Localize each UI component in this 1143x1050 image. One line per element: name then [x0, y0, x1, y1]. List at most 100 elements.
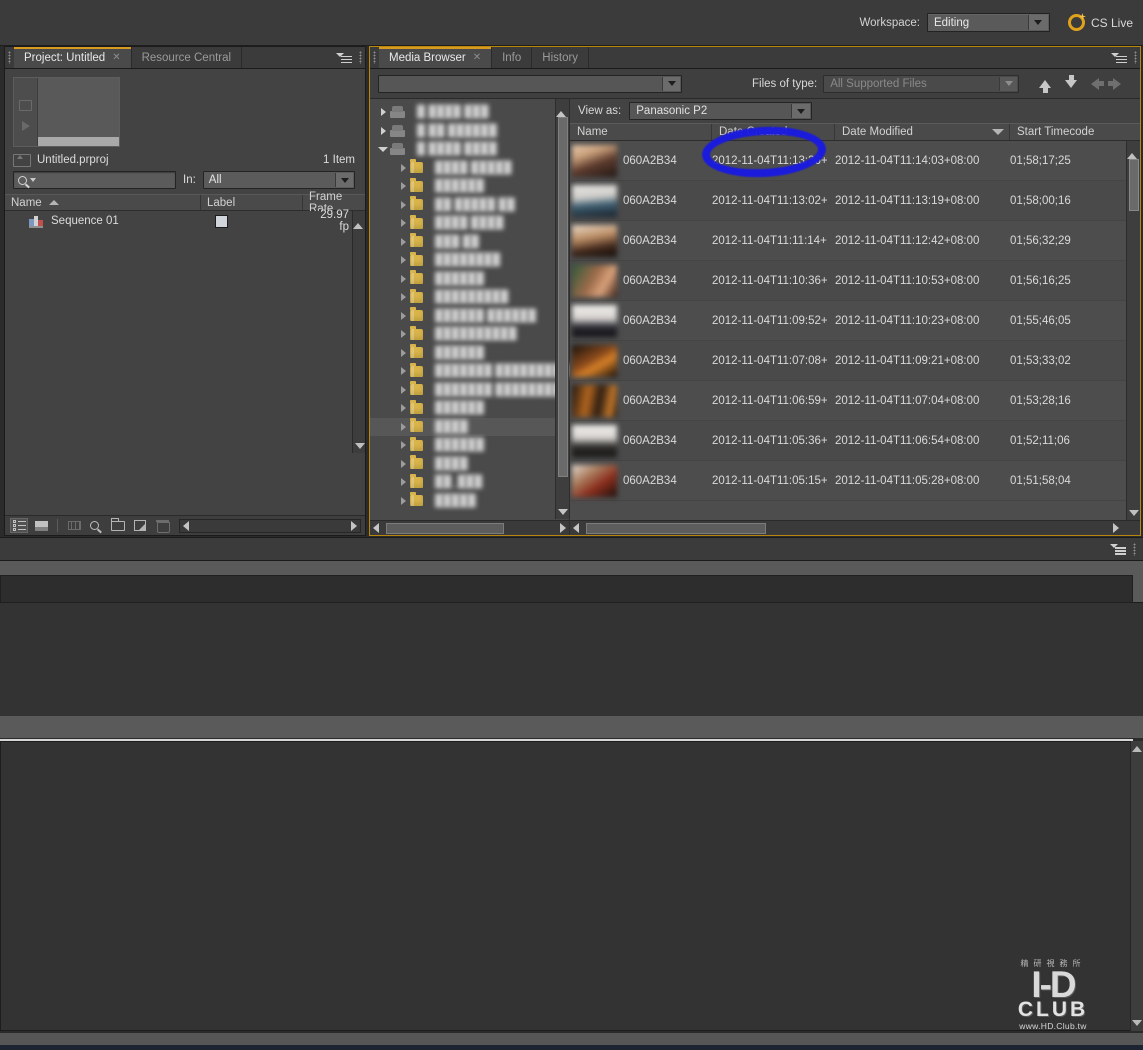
tree-node[interactable]: ██████: [370, 399, 569, 418]
tree-node[interactable]: ████ ████: [370, 214, 569, 233]
tree-node[interactable]: █ ████ ████: [370, 140, 569, 159]
chevron-right-icon[interactable]: [396, 459, 410, 468]
tree-node[interactable]: █████: [370, 492, 569, 511]
media-browser-menu-button[interactable]: [1109, 47, 1131, 68]
scroll-right-icon[interactable]: [560, 523, 566, 533]
project-panel-menu-button[interactable]: [334, 47, 356, 68]
tree-node[interactable]: █ ██ ██████: [370, 122, 569, 141]
scrollbar-thumb[interactable]: [586, 522, 766, 534]
scroll-down-icon[interactable]: [558, 509, 568, 515]
scroll-left-icon[interactable]: [573, 523, 579, 533]
chevron-down-icon[interactable]: [999, 76, 1018, 91]
chevron-right-icon[interactable]: [396, 478, 410, 487]
scroll-up-icon[interactable]: [556, 99, 566, 117]
chevron-right-icon[interactable]: [396, 422, 410, 431]
folder-tree[interactable]: █ ████ ███ █ ██ ██████ █ ████ ████ ████ ███…: [370, 99, 570, 535]
tree-vertical-scrollbar[interactable]: [555, 99, 569, 519]
tree-node[interactable]: ██_███: [370, 473, 569, 492]
chevron-down-icon[interactable]: [376, 146, 390, 152]
column-header-frame-rate[interactable]: Frame Rate: [303, 191, 365, 215]
path-select[interactable]: [378, 74, 682, 93]
scrollbar-thumb[interactable]: [386, 522, 504, 534]
new-item-button[interactable]: [131, 518, 149, 533]
forward-icon[interactable]: [1108, 77, 1122, 90]
project-search-input[interactable]: [13, 171, 176, 189]
close-icon[interactable]: ✕: [112, 52, 120, 63]
chevron-right-icon[interactable]: [396, 182, 410, 191]
timeline-vertical-scrollbar[interactable]: [1130, 741, 1143, 1031]
tab-resource-central[interactable]: Resource Central: [131, 47, 243, 68]
tree-node[interactable]: ██████: [370, 177, 569, 196]
tree-node[interactable]: ██████████: [370, 325, 569, 344]
move-up-icon[interactable]: [1039, 79, 1052, 93]
project-vertical-scrollbar[interactable]: [352, 211, 365, 453]
chevron-right-icon[interactable]: [396, 496, 410, 505]
scroll-right-icon[interactable]: [351, 520, 357, 531]
tab-history[interactable]: History: [532, 47, 590, 68]
tree-node[interactable]: ████: [370, 455, 569, 474]
new-bin-button[interactable]: [109, 517, 127, 533]
chevron-right-icon[interactable]: [396, 237, 410, 246]
table-row[interactable]: 060A2B34 2012-11-04T11:10:36+ 2012-11-04T1…: [570, 261, 1140, 301]
table-row[interactable]: 060A2B34 2012-11-04T11:05:36+ 2012-11-04T1…: [570, 421, 1140, 461]
tree-node[interactable]: ███ ██: [370, 233, 569, 252]
in-filter-select[interactable]: All: [202, 171, 355, 189]
chevron-right-icon[interactable]: [396, 441, 410, 450]
parent-folder-icon[interactable]: [13, 153, 31, 167]
chevron-right-icon[interactable]: [396, 163, 410, 172]
chevron-right-icon[interactable]: [396, 385, 410, 394]
chevron-right-icon[interactable]: [396, 348, 410, 357]
media-horizontal-scrollbar[interactable]: [570, 520, 1140, 535]
scroll-up-icon[interactable]: [1132, 746, 1142, 752]
icon-view-button[interactable]: [32, 518, 50, 533]
table-row[interactable]: 060A2B34 2012-11-04T11:11:14+ 2012-11-04T1…: [570, 221, 1140, 261]
column-header-name[interactable]: Name: [5, 195, 201, 210]
timeline-ruler-band[interactable]: [0, 716, 1143, 738]
find-button[interactable]: [87, 518, 105, 533]
timeline-upper-area[interactable]: [0, 603, 1143, 733]
panel-gripper-icon[interactable]: [370, 47, 379, 68]
move-down-icon[interactable]: [1065, 74, 1078, 88]
tree-node[interactable]: ██████: [370, 270, 569, 289]
scroll-down-icon[interactable]: [1132, 1020, 1142, 1026]
scroll-up-icon[interactable]: [1127, 141, 1137, 159]
column-header-label[interactable]: Label: [201, 195, 303, 210]
chevron-right-icon[interactable]: [396, 200, 410, 209]
workspace-select[interactable]: Editing: [926, 13, 1050, 32]
table-row[interactable]: 060A2B34 2012-11-04T11:05:15+ 2012-11-04T1…: [570, 461, 1140, 501]
files-of-type-select[interactable]: All Supported Files: [823, 74, 1020, 93]
tree-node[interactable]: █ ████ ███: [370, 103, 569, 122]
media-rows-container[interactable]: 060A2B34 2012-11-04T11:13:36+ 2012-11-04T1…: [570, 141, 1140, 520]
panel-gripper-icon[interactable]: [5, 47, 14, 68]
play-icon[interactable]: [21, 121, 30, 131]
chevron-down-icon[interactable]: [30, 178, 36, 182]
tree-horizontal-scrollbar[interactable]: [370, 520, 569, 535]
table-row[interactable]: 060A2B34 2012-11-04T11:07:08+ 2012-11-04T1…: [570, 341, 1140, 381]
chevron-down-icon[interactable]: [1027, 15, 1048, 30]
tab-info[interactable]: Info: [492, 47, 533, 68]
tree-node[interactable]: ██ █████ ██: [370, 196, 569, 215]
chevron-right-icon[interactable]: [396, 274, 410, 283]
project-horizontal-scrollbar[interactable]: [179, 518, 616, 533]
timeline-tracks-area[interactable]: [0, 741, 1143, 1031]
panel-drag-handle-icon[interactable]: [1131, 47, 1140, 68]
tree-node[interactable]: ██████: [370, 436, 569, 455]
lower-panel-menu-button[interactable]: [1108, 544, 1130, 555]
column-header-start-timecode[interactable]: Start Timecode: [1010, 124, 1140, 140]
scroll-down-icon[interactable]: [355, 443, 365, 449]
column-header-date-created[interactable]: Date Created: [712, 124, 835, 140]
media-vertical-scrollbar[interactable]: [1126, 141, 1140, 520]
tree-node[interactable]: ██████: [370, 344, 569, 363]
column-header-name[interactable]: Name: [570, 124, 712, 140]
column-header-date-modified[interactable]: Date Modified: [835, 124, 1010, 140]
label-color-swatch[interactable]: [215, 214, 228, 228]
table-row[interactable]: 060A2B34 2012-11-04T11:13:02+ 2012-11-04T1…: [570, 181, 1140, 221]
view-as-select[interactable]: Panasonic P2: [629, 102, 813, 120]
cs-live-button[interactable]: CS Live: [1067, 14, 1133, 31]
tree-node[interactable]: ████ █████: [370, 159, 569, 178]
chevron-down-icon[interactable]: [791, 104, 811, 118]
automate-to-sequence-button[interactable]: [65, 518, 83, 533]
scroll-left-icon[interactable]: [373, 523, 379, 533]
tree-node[interactable]: ██████ ██████: [370, 307, 569, 326]
chevron-right-icon[interactable]: [396, 311, 410, 320]
